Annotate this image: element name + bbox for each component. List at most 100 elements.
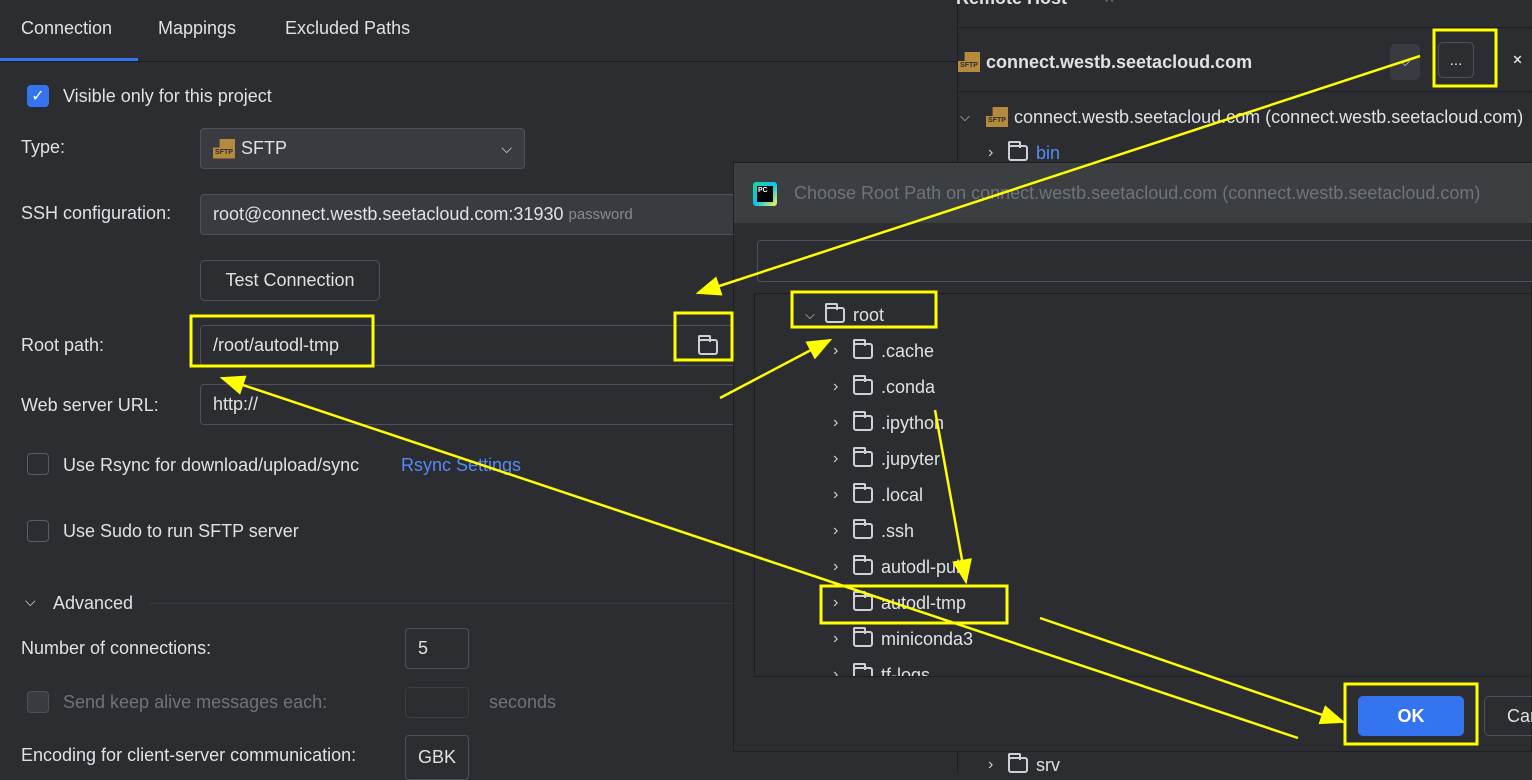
sudo-label: Use Sudo to run SFTP server: [63, 521, 299, 541]
web-server-url-input[interactable]: http://: [200, 384, 760, 425]
rsync-checkbox[interactable]: [27, 453, 49, 475]
keepalive-input[interactable]: [405, 687, 469, 718]
tab-connection[interactable]: Connection: [21, 18, 112, 39]
item-label: autodl-pub: [881, 556, 967, 577]
chevron-right-icon: ›: [988, 144, 994, 161]
rsync-settings-link[interactable]: Rsync Settings: [401, 455, 521, 476]
item-label: autodl-tmp: [881, 592, 967, 613]
expand-collapse-icon[interactable]: ⌄ ⌃: [1510, 45, 1525, 75]
root-path-value: /root/autodl-tmp: [213, 335, 340, 355]
tree-item[interactable]: › .ssh: [833, 516, 914, 546]
root-path-input[interactable]: /root/autodl-tmp: [200, 325, 760, 366]
item-label: .jupyter: [881, 448, 941, 469]
sftp-icon: SFTP: [958, 52, 980, 72]
browse-folder-icon[interactable]: [698, 335, 726, 357]
item-label: .cache: [881, 340, 935, 361]
tree-item-root[interactable]: ⌵ root: [805, 300, 884, 330]
type-value: SFTP: [241, 138, 288, 158]
pycharm-logo-icon: PC: [753, 182, 777, 206]
encoding-select[interactable]: GBK: [405, 735, 469, 780]
cancel-button[interactable]: Cancel: [1484, 696, 1532, 736]
tree-item[interactable]: › .local: [833, 480, 923, 510]
visible-only-label: Visible only for this project: [63, 86, 272, 106]
folder-icon: [853, 447, 873, 467]
chevron-down-icon: ⌵: [501, 140, 512, 156]
folder-icon: [853, 627, 873, 647]
test-connection-button[interactable]: Test Connection: [200, 260, 380, 301]
item-label: .conda: [881, 376, 936, 397]
type-select[interactable]: SFTP SFTP ⌵: [200, 128, 525, 169]
chevron-down-icon: ⌵: [960, 109, 970, 124]
server-dropdown-chevron-icon[interactable]: ⌵: [1390, 44, 1420, 80]
root-path-label: Root path:: [21, 335, 105, 355]
chevron-down-icon: ⌵: [805, 307, 815, 322]
folder-icon: [1008, 753, 1028, 773]
ssh-config-value: root@connect.westb.seetacloud.com:31930: [213, 204, 564, 224]
tab-excluded-paths[interactable]: Excluded Paths: [285, 18, 410, 39]
server-selector[interactable]: SFTP connect.westb.seetacloud.com: [958, 47, 1252, 77]
ssh-auth-hint: password: [568, 206, 633, 223]
sudo-checkbox[interactable]: [27, 520, 49, 542]
item-label: tf-logs: [881, 664, 931, 677]
tree-item[interactable]: › .jupyter: [833, 444, 940, 474]
advanced-section-label[interactable]: Advanced: [53, 593, 133, 614]
item-label: srv: [1036, 754, 1060, 775]
ok-button[interactable]: OK: [1358, 696, 1464, 736]
encoding-label: Encoding for client-server communication…: [21, 745, 357, 765]
folder-icon: [853, 375, 873, 395]
folder-icon: [853, 555, 873, 575]
chevron-right-icon: ›: [833, 414, 839, 431]
dialog-title-bar: PC Choose Root Path on connect.westb.see…: [734, 163, 1532, 223]
type-label: Type:: [21, 137, 66, 157]
seconds-label: seconds: [489, 692, 557, 712]
connections-value: 5: [418, 638, 429, 658]
item-label: bin: [1036, 142, 1061, 163]
sftp-icon: SFTP: [986, 107, 1008, 127]
chevron-right-icon: ›: [833, 486, 839, 503]
remote-host-title: Remote Host: [956, 0, 1067, 9]
item-label: .local: [881, 484, 924, 505]
more-button[interactable]: ...: [1438, 42, 1474, 78]
tab-bar: Connection Mappings Excluded Paths: [0, 0, 958, 62]
folder-tree[interactable]: ⌵ root › .cache › .conda › .ipython › .jupyter ›…: [754, 293, 1532, 677]
tree-item[interactable]: › .conda: [833, 372, 935, 402]
visible-only-checkbox[interactable]: ✓: [27, 85, 49, 107]
ssh-config-label: SSH configuration:: [21, 203, 172, 223]
chevron-right-icon: ›: [833, 666, 839, 677]
folder-icon: [853, 519, 873, 539]
chevron-right-icon: ›: [833, 342, 839, 359]
folder-icon: [825, 303, 845, 323]
folder-icon: [853, 663, 873, 676]
folder-icon: [853, 411, 873, 431]
keepalive-checkbox[interactable]: [27, 691, 49, 713]
close-icon[interactable]: ×: [1104, 0, 1115, 9]
tree-item[interactable]: › .ipython: [833, 408, 944, 438]
item-label: root: [853, 304, 885, 325]
tree-item-srv[interactable]: › srv: [988, 750, 1060, 780]
server-name: connect.westb.seetacloud.com: [986, 51, 1253, 72]
path-input[interactable]: [757, 240, 1532, 282]
chevron-right-icon: ›: [833, 378, 839, 395]
tree-item[interactable]: › miniconda3: [833, 624, 973, 654]
collapse-chevron-icon[interactable]: ⌵: [25, 593, 36, 610]
web-server-url-value: http://: [213, 394, 259, 414]
tree-item[interactable]: › tf-logs: [833, 660, 931, 677]
sftp-icon: SFTP: [213, 138, 235, 159]
chevron-right-icon: ›: [833, 522, 839, 539]
dialog-title: Choose Root Path on connect.westb.seetac…: [794, 183, 1481, 203]
section-divider: [150, 603, 760, 604]
ssh-config-select[interactable]: root@connect.westb.seetacloud.com:31930 …: [200, 194, 760, 235]
tree-root-node[interactable]: ⌵ SFTP connect.westb.seetacloud.com (con…: [960, 102, 1523, 132]
tab-mappings[interactable]: Mappings: [158, 18, 236, 39]
divider: [958, 91, 1532, 92]
chevron-right-icon: ›: [833, 558, 839, 575]
tree-item[interactable]: › autodl-tmp: [833, 588, 966, 618]
rsync-label: Use Rsync for download/upload/sync: [63, 455, 360, 475]
item-label: miniconda3: [881, 628, 974, 649]
item-label: .ssh: [881, 520, 915, 541]
root-node-label: connect.westb.seetacloud.com (connect.we…: [1014, 106, 1524, 127]
tree-item[interactable]: › autodl-pub: [833, 552, 966, 582]
keepalive-label: Send keep alive messages each:: [63, 692, 328, 712]
connections-input[interactable]: 5: [405, 628, 469, 669]
tree-item[interactable]: › .cache: [833, 336, 934, 366]
